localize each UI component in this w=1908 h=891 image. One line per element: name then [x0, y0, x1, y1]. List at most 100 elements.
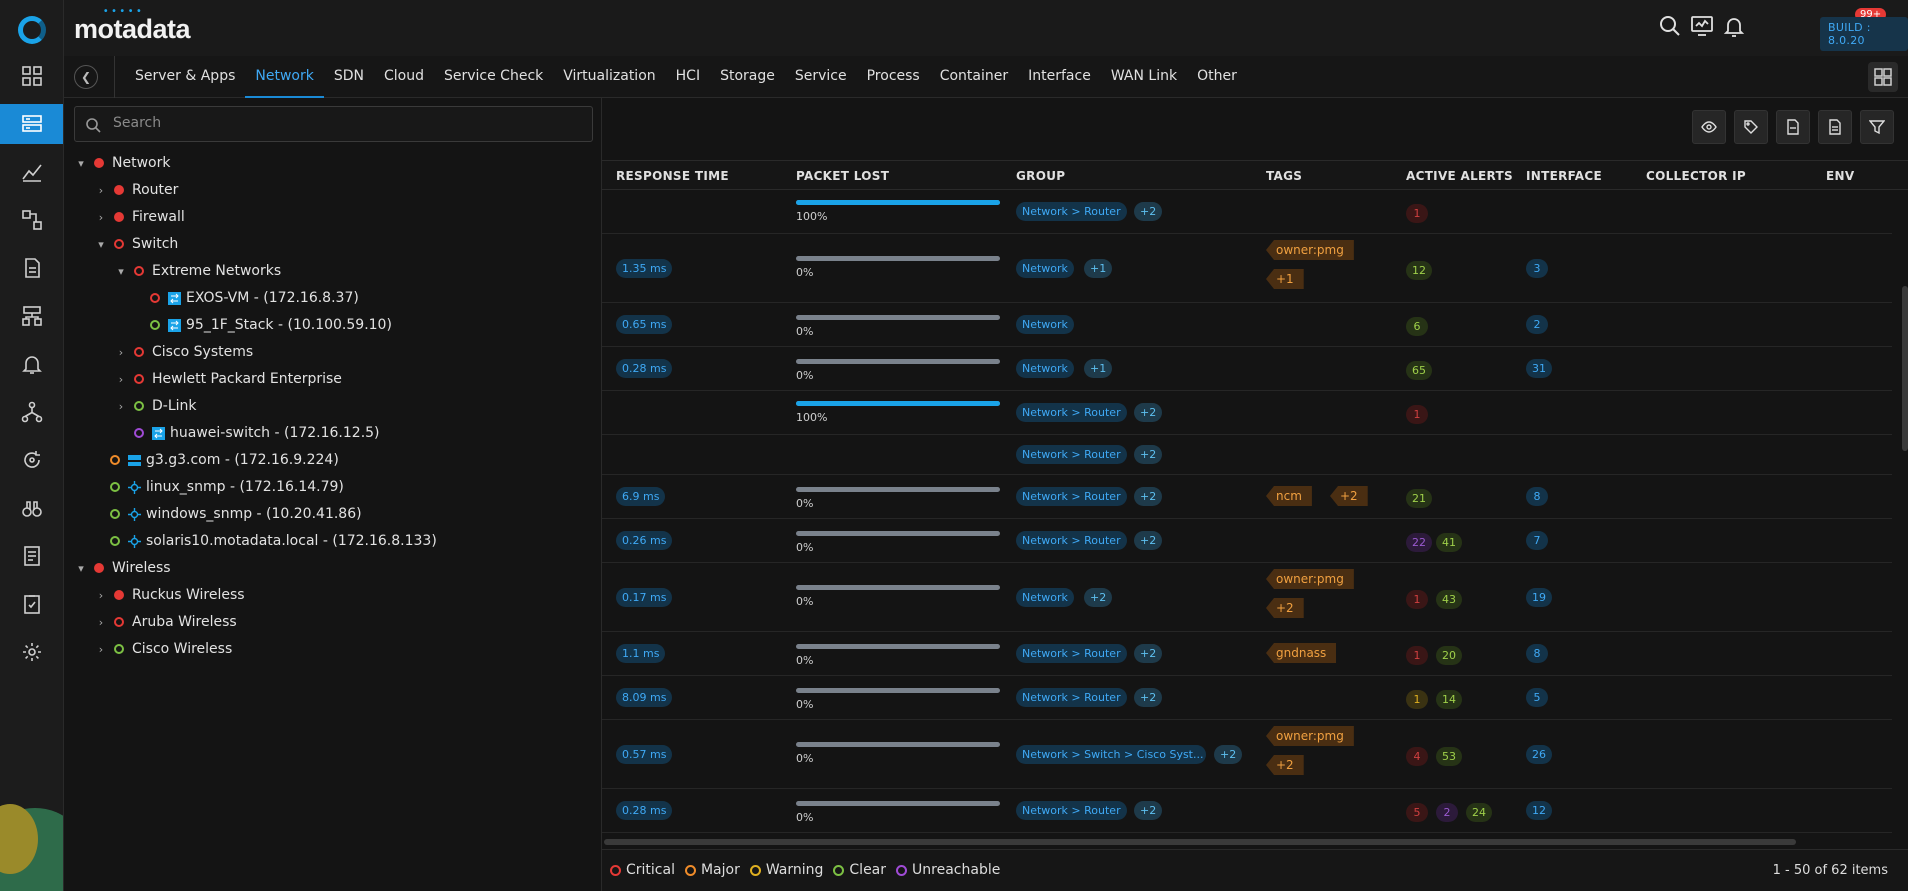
group-pill[interactable]: Network > Router — [1016, 644, 1127, 663]
tree-node-cisco-systems[interactable]: › Cisco Systems — [114, 341, 253, 363]
alert-critical-count[interactable]: 4 — [1406, 747, 1428, 766]
tree-node-router[interactable]: › Router — [94, 179, 179, 201]
export-pdf-icon[interactable] — [1776, 110, 1810, 144]
inventory-icon[interactable] — [0, 104, 63, 144]
tag-icon[interactable] — [1734, 110, 1768, 144]
tab-service[interactable]: Service — [785, 56, 857, 98]
col-collector-ip[interactable]: COLLECTOR IP — [1646, 169, 1746, 183]
group-pill[interactable]: Network > Router — [1016, 531, 1127, 550]
alert-clear-count[interactable]: 21 — [1406, 489, 1432, 508]
interface-count[interactable]: 5 — [1526, 688, 1548, 707]
group-more-pill[interactable]: +1 — [1084, 259, 1113, 278]
alert-clear-count[interactable]: 6 — [1406, 317, 1428, 336]
tag-more-pill[interactable]: +2 — [1266, 755, 1304, 775]
settings-gear-icon[interactable] — [0, 632, 63, 672]
tag-pill[interactable]: owner:pmg — [1266, 726, 1354, 746]
chevron-right-icon[interactable]: › — [94, 184, 108, 197]
tab-wan-link[interactable]: WAN Link — [1101, 56, 1187, 98]
table-row[interactable]: 0.65 ms 0% Network 6 2 — [602, 303, 1892, 347]
table-row[interactable]: 1.1 ms 0% Network > Router +2 gndnass 1 … — [602, 632, 1892, 676]
tab-service-check[interactable]: Service Check — [434, 56, 553, 98]
alert-clear-count[interactable]: 53 — [1436, 747, 1462, 766]
chevron-right-icon[interactable]: › — [94, 589, 108, 602]
flow-icon[interactable] — [0, 200, 63, 240]
topology-icon[interactable] — [0, 296, 63, 336]
table-row[interactable]: 0.28 ms 0% Network > Router +2 5 2 24 12 — [602, 789, 1892, 833]
chevron-right-icon[interactable]: › — [94, 211, 108, 224]
log-icon[interactable] — [0, 536, 63, 576]
group-more-pill[interactable]: +2 — [1134, 202, 1163, 221]
col-interface[interactable]: INTERFACE — [1526, 169, 1602, 183]
alert-unreachable-count[interactable]: 2 — [1436, 803, 1458, 822]
network-map-icon[interactable] — [0, 392, 63, 432]
alert-warning-count[interactable]: 1 — [1406, 690, 1428, 709]
interface-count[interactable]: 8 — [1526, 487, 1548, 506]
search-icon[interactable] — [1658, 14, 1682, 38]
chevron-down-icon[interactable]: ▾ — [94, 238, 108, 251]
group-more-pill[interactable]: +2 — [1134, 487, 1163, 506]
table-row[interactable]: 0.57 ms 0% Network > Switch > Cisco Syst… — [602, 720, 1892, 789]
tab-hci[interactable]: HCI — [666, 56, 710, 98]
table-row[interactable]: 1.35 ms 0% Network +1 owner:pmg 12 3 +1 — [602, 234, 1892, 303]
chevron-right-icon[interactable]: › — [94, 643, 108, 656]
dashboard-icon[interactable] — [0, 56, 63, 96]
horizontal-scrollbar[interactable] — [604, 839, 1796, 845]
group-pill[interactable]: Network > Router — [1016, 445, 1127, 464]
vertical-scrollbar[interactable] — [1902, 286, 1908, 451]
tree-node-huawei-switch[interactable]: huawei-switch - (172.16.12.5) — [134, 422, 380, 444]
alert-clear-count[interactable]: 14 — [1436, 690, 1462, 709]
alert-clear-count[interactable]: 43 — [1436, 590, 1462, 609]
chevron-down-icon[interactable]: ▾ — [114, 265, 128, 278]
tab-storage[interactable]: Storage — [710, 56, 785, 98]
tree-node-g3[interactable]: g3.g3.com - (172.16.9.224) — [110, 449, 339, 471]
tree-node-hpe[interactable]: › Hewlett Packard Enterprise — [114, 368, 342, 390]
tab-server-apps[interactable]: Server & Apps — [125, 56, 245, 98]
alert-critical-count[interactable]: 5 — [1406, 803, 1428, 822]
tree-node-95-1f-stack[interactable]: 95_1F_Stack - (10.100.59.10) — [150, 314, 392, 336]
group-more-pill[interactable]: +2 — [1214, 745, 1243, 764]
notification-bell-icon[interactable] — [1722, 14, 1746, 38]
table-row[interactable]: 0.26 ms 0% Network > Router +2 22 41 7 — [602, 519, 1892, 563]
chevron-right-icon[interactable]: › — [114, 400, 128, 413]
table-row[interactable]: 0.17 ms 0% Network +2 owner:pmg +2 1 43 … — [602, 563, 1892, 632]
group-more-pill[interactable]: +2 — [1134, 403, 1163, 422]
group-more-pill[interactable]: +1 — [1084, 359, 1113, 378]
table-row[interactable]: 100% Network > Router +2 1 — [602, 391, 1892, 435]
audit-icon[interactable] — [0, 584, 63, 624]
tag-more-pill[interactable]: +2 — [1266, 598, 1304, 618]
chevron-right-icon[interactable]: › — [114, 373, 128, 386]
tree-node-firewall[interactable]: › Firewall — [94, 206, 185, 228]
group-pill[interactable]: Network > Router — [1016, 801, 1127, 820]
tree-node-aruba-wireless[interactable]: › Aruba Wireless — [94, 611, 237, 633]
alert-critical-count[interactable]: 1 — [1406, 405, 1428, 424]
layout-grid-icon[interactable] — [1868, 62, 1898, 92]
alert-clear-count[interactable]: 12 — [1406, 261, 1432, 280]
interface-count[interactable]: 31 — [1526, 359, 1552, 378]
col-packet-lost[interactable]: PACKET LOST — [796, 169, 889, 183]
table-row[interactable]: Network > Router +2 — [602, 435, 1892, 475]
interface-count[interactable]: 8 — [1526, 644, 1548, 663]
alert-unreachable-count[interactable]: 22 — [1406, 533, 1432, 552]
tree-node-switch[interactable]: ▾ Switch — [94, 233, 178, 255]
group-pill[interactable]: Network > Router — [1016, 487, 1127, 506]
tree-node-linux-snmp[interactable]: linux_snmp - (172.16.14.79) — [110, 476, 344, 498]
view-eye-icon[interactable] — [1692, 110, 1726, 144]
alert-critical-count[interactable]: 1 — [1406, 590, 1428, 609]
tag-more-pill[interactable]: +2 — [1330, 486, 1368, 506]
table-row[interactable]: 0.28 ms 0% Network +1 65 31 — [602, 347, 1892, 391]
group-more-pill[interactable]: +2 — [1134, 644, 1163, 663]
group-more-pill[interactable]: +2 — [1084, 588, 1113, 607]
chevron-down-icon[interactable]: ▾ — [74, 562, 88, 575]
tag-more-pill[interactable]: +1 — [1266, 269, 1304, 289]
tree-node-windows-snmp[interactable]: windows_snmp - (10.20.41.86) — [110, 503, 362, 525]
binoculars-icon[interactable] — [0, 488, 63, 528]
tree-node-ruckus-wireless[interactable]: › Ruckus Wireless — [94, 584, 245, 606]
tree-node-d-link[interactable]: › D-Link — [114, 395, 197, 417]
col-group[interactable]: GROUP — [1016, 169, 1065, 183]
tag-pill[interactable]: ncm — [1266, 486, 1312, 506]
interface-count[interactable]: 19 — [1526, 588, 1552, 607]
export-csv-icon[interactable] — [1818, 110, 1852, 144]
alert-clear-count[interactable]: 24 — [1466, 803, 1492, 822]
tree-search-input[interactable] — [113, 115, 573, 131]
chevron-down-icon[interactable]: ▾ — [74, 157, 88, 170]
